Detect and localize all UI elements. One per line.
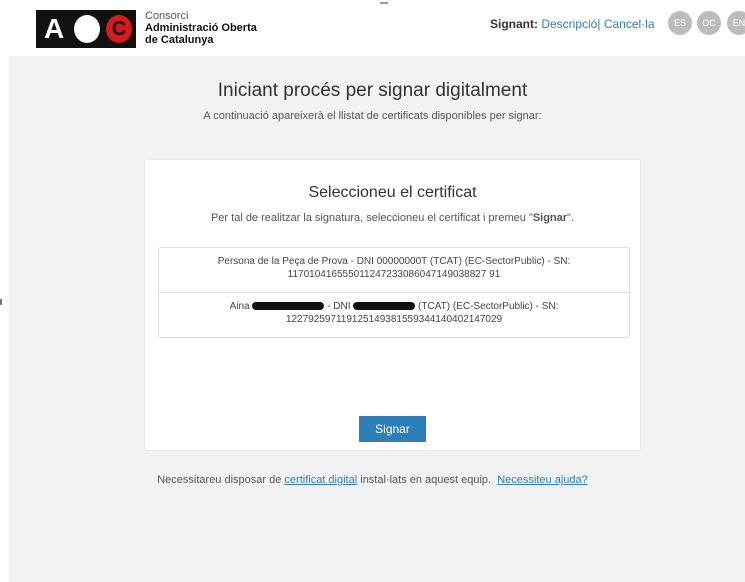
certificate-item[interactable]: Persona de la Peça de Prova - DNI 000000… [159, 248, 629, 292]
redacted-name [252, 302, 325, 311]
certificate-line-1: Aina - DNI (TCAT) (EC-SectorPublic) - SN… [169, 300, 619, 313]
instructions-post: ". [567, 212, 575, 224]
footer-note: Necessitareu disposar de certificat digi… [0, 474, 745, 486]
instructions-pre: Per tal de realitzar la signatura, selec… [210, 212, 533, 224]
logo-letter-o [74, 15, 100, 43]
certificate-line-2: 122792597119125149381559344140402147029 [285, 314, 503, 325]
signant-label: Signant: [490, 17, 538, 31]
org-line-3: de Catalunya [145, 34, 214, 46]
page-title: Iniciant procés per signar digitalment [217, 80, 528, 101]
redacted-dni [353, 302, 416, 311]
language-oc-button[interactable]: OC [697, 11, 721, 35]
language-en-button[interactable]: EN [727, 11, 745, 35]
cancel-link[interactable]: Cancel·la [604, 17, 655, 31]
certificate-name-pre: Aina [229, 301, 250, 312]
certificate-card: Seleccioneu el certificat Per tal de rea… [145, 160, 640, 450]
card-instructions: Per tal de realitzar la signatura, selec… [145, 212, 640, 224]
signant-separator: | [597, 17, 601, 31]
digital-certificate-link[interactable]: certificat digital [284, 474, 357, 486]
logo-letter-c: C [106, 15, 132, 43]
organization-name: Consorci Administració Oberta de Catalun… [145, 10, 257, 46]
card-title: Seleccioneu el certificat [308, 184, 477, 201]
certificate-item[interactable]: Aina - DNI (TCAT) (EC-SectorPublic) - SN… [159, 292, 629, 337]
header: A C Consorci Administració Oberta de Cat… [0, 0, 745, 56]
certificate-dni-label: - DNI [327, 301, 351, 312]
certificate-list: Persona de la Peça de Prova - DNI 000000… [158, 247, 630, 338]
org-line-1: Consorci [145, 10, 189, 22]
language-es-button[interactable]: ES [668, 11, 692, 35]
certificate-line-1-post: (TCAT) (EC-SectorPublic) - SN: [418, 301, 559, 312]
certificate-line-1: Persona de la Peça de Prova - DNI 000000… [217, 256, 571, 267]
description-link[interactable]: Descripció [541, 17, 597, 31]
help-link[interactable]: Necessiteu ajuda? [497, 474, 588, 486]
footer-text-mid: instal·lats en aquest equip. [357, 474, 492, 486]
top-mark [380, 2, 388, 4]
page-subtitle: A continuació apareixerà el llistat de c… [203, 110, 542, 122]
footer-text-pre: Necessitareu disposar de [157, 474, 285, 486]
sign-button[interactable]: Signar [359, 416, 426, 442]
org-line-2: Administració Oberta [145, 22, 257, 34]
side-mark [0, 299, 2, 305]
instructions-bold: Signar [532, 212, 568, 224]
aoc-logo: A C [36, 10, 136, 48]
logo-letter-a: A [44, 13, 65, 44]
signant-bar: Signant: Descripció| Cancel·la [490, 17, 655, 31]
certificate-line-2: 117010416555011247233086047149038827 91 [287, 269, 501, 280]
